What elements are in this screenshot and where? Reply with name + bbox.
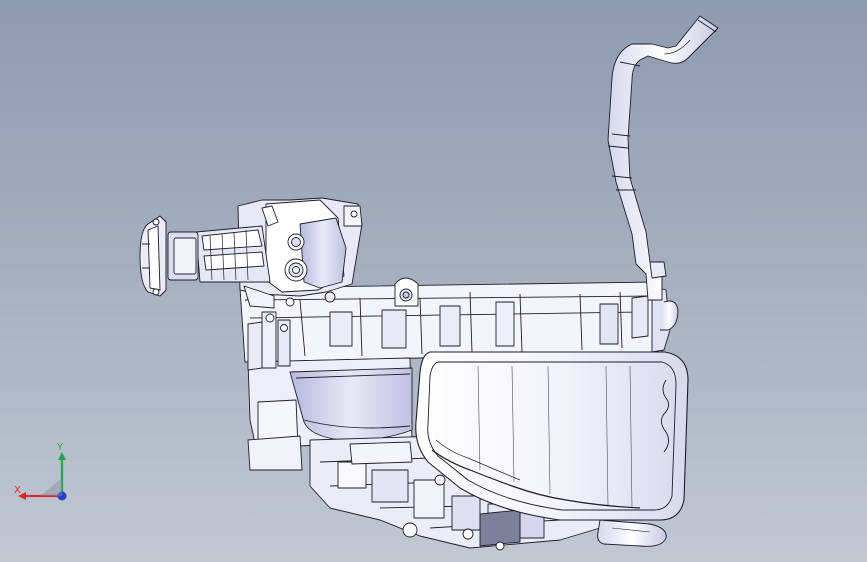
axis-plane-shadow — [40, 478, 62, 496]
y-axis-label: Y — [56, 442, 64, 453]
x-axis-label: X — [14, 485, 21, 496]
engine-transmission-model[interactable] — [0, 0, 867, 562]
cad-viewport[interactable]: X Y — [0, 0, 867, 562]
oil-return-tube[interactable] — [597, 519, 667, 547]
y-axis-arrowhead — [58, 452, 66, 460]
view-orientation-triad: X Y — [14, 442, 67, 501]
